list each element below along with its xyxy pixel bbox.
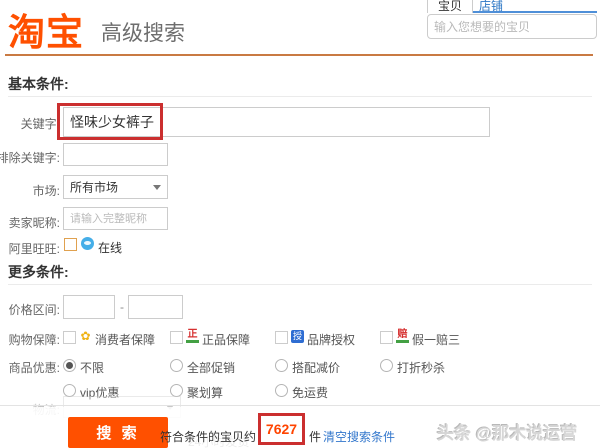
promo-label-juhuasuan: 聚划算	[187, 384, 223, 401]
market-label: 市场:	[33, 182, 60, 199]
price-range-label: 价格区间:	[9, 301, 60, 318]
result-prefix-text: 符合条件的宝贝约	[160, 428, 256, 445]
header-divider	[5, 54, 593, 56]
promo-radio-unlimited[interactable]	[63, 359, 76, 372]
price-max-input[interactable]	[128, 295, 183, 319]
shopping-protection-label: 购物保障:	[9, 331, 60, 348]
protection-label-consumer: 消费者保障	[95, 331, 155, 348]
protection-checkbox-fake[interactable]	[380, 331, 393, 344]
promo-label-free-shipping: 免运费	[292, 384, 328, 401]
seller-name-input[interactable]	[63, 207, 168, 230]
protection-label-authentic: 正品保障	[202, 331, 250, 348]
wangwang-online-checkbox[interactable]	[64, 238, 77, 251]
promotion-label: 商品优惠:	[9, 359, 60, 376]
page-title: 高级搜索	[101, 17, 185, 47]
protection-checkbox-brand[interactable]	[275, 331, 288, 344]
market-select[interactable]: 所有市场	[63, 175, 168, 199]
promo-radio-flash-sale[interactable]	[380, 359, 393, 372]
basic-section-divider	[8, 96, 592, 97]
promo-radio-free-shipping[interactable]	[275, 384, 288, 397]
taobao-advanced-search-page: 淘宝 高级搜索 宝贝 店铺 基本条件: 关键字: 排除关键字: 市场: 所有市场…	[0, 0, 600, 448]
result-count: 7627	[259, 414, 304, 444]
consumer-protection-icon: ✿	[79, 330, 92, 343]
tab-shop[interactable]: 店铺	[479, 0, 503, 13]
top-search-input[interactable]	[427, 14, 597, 39]
faint-divider-line	[0, 405, 600, 406]
promo-label-all-promos: 全部促销	[187, 359, 235, 376]
market-select-value: 所有市场	[70, 179, 118, 196]
price-separator: -	[120, 300, 124, 314]
promo-radio-bundle-discount[interactable]	[275, 359, 288, 372]
seller-name-label: 卖家昵称:	[9, 214, 60, 231]
exclude-keyword-label: 排除关键字:	[0, 149, 60, 166]
exclude-keyword-input[interactable]	[63, 143, 168, 166]
promo-label-bundle-discount: 搭配减价	[292, 359, 340, 376]
promo-label-flash-sale: 打折秒杀	[397, 359, 445, 376]
fake-compensation-icon: 赔	[396, 330, 409, 343]
protection-label-fake: 假一赔三	[412, 331, 460, 348]
wangwang-online-label: 在线	[98, 239, 122, 256]
protection-checkbox-authentic[interactable]	[170, 331, 183, 344]
protection-checkbox-consumer[interactable]	[63, 331, 76, 344]
clear-search-link[interactable]: 清空搜索条件	[323, 428, 395, 445]
taobao-logo[interactable]: 淘宝	[8, 2, 84, 56]
keyword-input[interactable]	[63, 107, 490, 137]
promo-label-unlimited: 不限	[80, 359, 104, 376]
brand-license-icon: 授	[291, 330, 304, 343]
wangwang-label: 阿里旺旺:	[9, 240, 60, 257]
watermark: 头条 @那木说运营	[437, 419, 577, 444]
price-min-input[interactable]	[63, 295, 115, 319]
more-section-divider	[8, 284, 592, 285]
keyword-label: 关键字:	[21, 115, 60, 132]
search-button[interactable]: 搜 索	[68, 417, 168, 448]
protection-label-brand: 品牌授权	[307, 331, 355, 348]
basic-section-heading: 基本条件:	[8, 74, 69, 94]
tab-item[interactable]: 宝贝	[427, 0, 473, 13]
authentic-guarantee-icon: 正	[186, 330, 199, 343]
wangwang-icon	[81, 237, 94, 250]
promo-radio-all-promos[interactable]	[170, 359, 183, 372]
chevron-down-icon	[153, 185, 161, 190]
result-unit-text: 件	[309, 428, 321, 445]
more-section-heading: 更多条件:	[8, 262, 69, 282]
